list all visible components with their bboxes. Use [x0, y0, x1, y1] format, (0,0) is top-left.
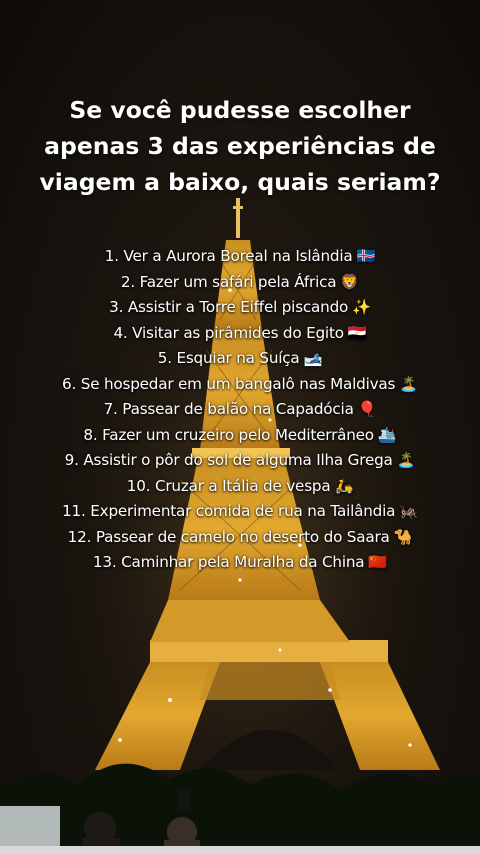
iceland-flag-icon: 🇮🇸 — [356, 247, 376, 265]
list-item: 9. Assistir o pôr do sol de alguma Ilha … — [0, 448, 480, 474]
list-item: 13. Caminhar pela Muralha da China 🇨🇳 — [0, 550, 480, 576]
list-item: 12. Passear de camelo no deserto do Saar… — [0, 525, 480, 551]
list-item: 6. Se hospedar em um bangalô nas Maldiva… — [0, 372, 480, 398]
list-item-text: 2. Fazer um safári pela África — [120, 272, 337, 291]
list-item: 1. Ver a Aurora Boreal na Islândia 🇮🇸 — [0, 244, 480, 270]
list-item: 5. Esquiar na Suíça 🎿 — [0, 346, 480, 372]
title-line-3: viagem a baixo, quais seriam? — [39, 168, 441, 196]
lion-icon: 🦁 — [340, 272, 360, 291]
list-item-text: 7. Passear de balão na Capadócia — [103, 400, 354, 418]
china-flag-icon: 🇨🇳 — [368, 553, 388, 571]
list-item-text: 13. Caminhar pela Muralha da China — [92, 553, 365, 571]
cruise-ship-icon: 🛳️ — [377, 425, 397, 444]
question-title: Se você pudesse escolher apenas 3 das ex… — [20, 92, 460, 200]
list-item: 10. Cruzar a Itália de vespa 🛵 — [0, 474, 480, 500]
list-item: 4. Visitar as pirâmides do Egito 🇪🇬 — [0, 321, 480, 347]
list-item-text: 6. Se hospedar em um bangalô nas Maldiva… — [62, 374, 396, 393]
balloon-icon: 🎈 — [357, 400, 377, 418]
island-icon: 🏝️ — [396, 451, 416, 469]
travel-experiences-list: 1. Ver a Aurora Boreal na Islândia 🇮🇸 2. … — [0, 244, 480, 576]
list-item-text: 8. Fazer um cruzeiro pelo Mediterrâneo — [83, 425, 374, 444]
ski-icon: 🎿 — [303, 349, 323, 367]
list-item: 3. Assistir a Torre Eiffel piscando ✨ — [0, 295, 480, 321]
camel-icon: 🐪 — [393, 527, 413, 546]
list-item: 8. Fazer um cruzeiro pelo Mediterrâneo 🛳️ — [0, 423, 480, 449]
list-item-text: 10. Cruzar a Itália de vespa — [126, 476, 331, 495]
title-line-1: Se você pudesse escolher — [69, 96, 411, 124]
egypt-flag-icon: 🇪🇬 — [347, 323, 367, 342]
title-line-2: apenas 3 das experiências de — [44, 132, 436, 160]
cricket-icon: 🦗 — [399, 502, 418, 520]
list-item: 2. Fazer um safári pela África 🦁 — [0, 270, 480, 296]
island-icon: 🏝️ — [399, 374, 418, 393]
list-item-text: 9. Assistir o pôr do sol de alguma Ilha … — [64, 451, 393, 469]
bottom-bar — [0, 846, 480, 854]
list-item-text: 4. Visitar as pirâmides do Egito — [113, 323, 344, 342]
sparkles-icon: ✨ — [352, 298, 371, 316]
scooter-icon: 🛵 — [334, 476, 354, 495]
list-item-text: 1. Ver a Aurora Boreal na Islândia — [104, 247, 353, 265]
list-item-text: 11. Experimentar comida de rua na Tailân… — [62, 502, 396, 520]
list-item: 11. Experimentar comida de rua na Tailân… — [0, 499, 480, 525]
list-item-text: 3. Assistir a Torre Eiffel piscando — [109, 298, 349, 316]
list-item: 7. Passear de balão na Capadócia 🎈 — [0, 397, 480, 423]
list-item-text: 12. Passear de camelo no deserto do Saar… — [67, 527, 390, 546]
list-item-text: 5. Esquiar na Suíça — [157, 349, 300, 367]
